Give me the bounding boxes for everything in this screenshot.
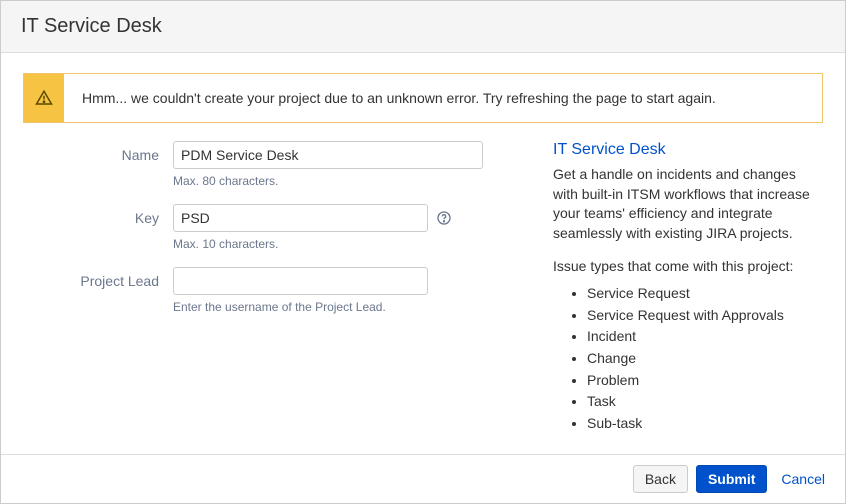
back-button[interactable]: Back bbox=[633, 465, 688, 493]
name-input[interactable] bbox=[173, 141, 483, 169]
list-item: Change bbox=[587, 348, 823, 370]
key-hint: Max. 10 characters. bbox=[173, 237, 523, 251]
submit-button[interactable]: Submit bbox=[696, 465, 767, 493]
issue-types-intro: Issue types that come with this project: bbox=[553, 257, 823, 277]
list-item: Service Request with Approvals bbox=[587, 305, 823, 327]
error-alert-text: Hmm... we couldn't create your project d… bbox=[64, 74, 734, 122]
name-hint: Max. 80 characters. bbox=[173, 174, 523, 188]
key-input[interactable] bbox=[173, 204, 428, 232]
warning-icon bbox=[24, 74, 64, 122]
create-project-modal: IT Service Desk Hmm... we couldn't creat… bbox=[0, 0, 846, 504]
name-label: Name bbox=[23, 141, 173, 200]
modal-body: Hmm... we couldn't create your project d… bbox=[1, 53, 845, 454]
list-item: Problem bbox=[587, 370, 823, 392]
modal-header: IT Service Desk bbox=[1, 1, 845, 53]
list-item: Task bbox=[587, 391, 823, 413]
key-label: Key bbox=[23, 204, 173, 263]
cancel-button[interactable]: Cancel bbox=[775, 466, 831, 492]
lead-hint: Enter the username of the Project Lead. bbox=[173, 300, 523, 314]
issue-types-list: Service Request Service Request with App… bbox=[553, 283, 823, 435]
project-form: Name Max. 80 characters. Key bbox=[23, 141, 523, 435]
lead-label: Project Lead bbox=[23, 267, 173, 326]
template-title: IT Service Desk bbox=[553, 141, 823, 159]
template-info: IT Service Desk Get a handle on incident… bbox=[553, 141, 823, 435]
error-alert: Hmm... we couldn't create your project d… bbox=[23, 73, 823, 123]
list-item: Service Request bbox=[587, 283, 823, 305]
template-desc: Get a handle on incidents and changes wi… bbox=[553, 165, 823, 243]
help-icon[interactable] bbox=[436, 210, 452, 226]
modal-title: IT Service Desk bbox=[21, 15, 825, 38]
list-item: Sub-task bbox=[587, 413, 823, 435]
list-item: Incident bbox=[587, 326, 823, 348]
project-lead-input[interactable] bbox=[173, 267, 428, 295]
modal-footer: Back Submit Cancel bbox=[1, 454, 845, 503]
